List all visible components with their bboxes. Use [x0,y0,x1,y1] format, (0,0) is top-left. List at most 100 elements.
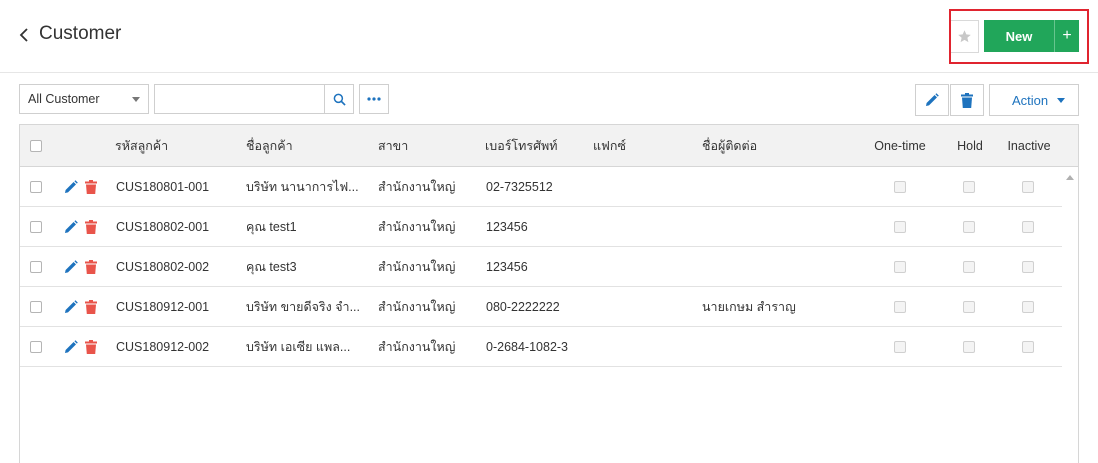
onetime-checkbox[interactable] [894,221,906,233]
row-checkbox[interactable] [30,301,42,313]
column-header-phone[interactable]: เบอร์โทรศัพท์ [485,125,558,167]
action-dropdown-button[interactable]: Action [989,84,1079,116]
customer-table: รหัสลูกค้า ชื่อลูกค้า สาขา เบอร์โทรศัพท์… [19,124,1079,463]
trash-icon[interactable] [85,260,97,274]
customer-filter-select[interactable]: All Customer [19,84,149,114]
column-header-onetime[interactable]: One-time [860,125,940,167]
cell-code: CUS180801-001 [116,180,210,194]
cell-fax [593,207,693,247]
table-scrollbar[interactable] [1062,167,1078,463]
hold-checkbox[interactable] [963,221,975,233]
cell-fax [593,247,693,287]
cell-code: CUS180912-002 [116,340,210,354]
cell-name: คุณ test1 [246,220,297,234]
cell-contact [702,247,852,287]
cell-name: คุณ test3 [246,260,297,274]
trash-icon[interactable] [85,180,97,194]
cell-phone: 080-2222222 [486,300,560,314]
trash-icon[interactable] [85,340,97,354]
cell-code: CUS180912-001 [116,300,210,314]
inactive-checkbox[interactable] [1022,301,1034,313]
inactive-checkbox[interactable] [1022,181,1034,193]
hold-checkbox[interactable] [963,261,975,273]
pencil-icon[interactable] [64,340,78,354]
column-header-code[interactable]: รหัสลูกค้า [115,125,168,167]
page-header: Customer New + [0,0,1098,73]
trash-icon [961,92,973,108]
cell-name: บริษัท นานาการไฟ... [246,180,359,194]
table-row[interactable]: CUS180801-001 บริษัท นานาการไฟ... สำนักง… [20,167,1078,207]
select-all-checkbox[interactable] [30,140,42,152]
search-input[interactable] [154,84,325,114]
chevron-left-icon [19,28,28,42]
page-title: Customer [39,23,122,44]
inactive-checkbox[interactable] [1022,221,1034,233]
column-header-name[interactable]: ชื่อลูกค้า [246,125,293,167]
column-header-inactive[interactable]: Inactive [1002,125,1056,167]
column-header-branch[interactable]: สาขา [378,125,408,167]
cell-phone: 123456 [486,260,528,274]
cell-branch: สำนักงานใหญ่ [378,220,456,234]
cell-phone: 123456 [486,220,528,234]
hold-checkbox[interactable] [963,181,975,193]
inactive-checkbox[interactable] [1022,341,1034,353]
cell-contact: นายเกษม สำราญ [702,300,796,314]
pencil-icon[interactable] [64,260,78,274]
column-header-hold[interactable]: Hold [945,125,995,167]
cell-contact [702,327,852,367]
pencil-icon[interactable] [64,180,78,194]
cell-name: บริษัท เอเซีย แพล... [246,340,351,354]
search-button[interactable] [324,84,354,114]
cell-branch: สำนักงานใหญ่ [378,300,456,314]
row-checkbox[interactable] [30,341,42,353]
search-icon [333,93,346,106]
cell-phone: 0-2684-1082-3 [486,340,569,354]
chevron-down-icon [132,97,140,102]
cell-branch: สำนักงานใหญ่ [378,340,456,354]
pencil-icon[interactable] [64,300,78,314]
onetime-checkbox[interactable] [894,261,906,273]
toolbar: All Customer Action [0,84,1098,116]
trash-icon[interactable] [85,220,97,234]
scroll-up-arrow-icon[interactable] [1066,175,1074,180]
row-checkbox[interactable] [30,221,42,233]
table-row[interactable]: CUS180802-001 คุณ test1 สำนักงานใหญ่ 123… [20,207,1078,247]
cell-name: บริษัท ขายดีจริง จำ... [246,300,360,314]
action-label: Action [1012,92,1049,108]
hold-checkbox[interactable] [963,301,975,313]
cell-branch: สำนักงานใหญ่ [378,260,456,274]
trash-icon[interactable] [85,300,97,314]
table-row[interactable]: CUS180912-001 บริษัท ขายดีจริง จำ... สำน… [20,287,1078,327]
cell-code: CUS180802-002 [116,260,210,274]
customer-filter-value: All Customer [28,92,100,106]
onetime-checkbox[interactable] [894,341,906,353]
row-checkbox[interactable] [30,181,42,193]
pencil-icon [926,93,939,106]
bulk-edit-button[interactable] [915,84,949,116]
column-header-fax[interactable]: แฟกซ์ [593,125,626,167]
table-header: รหัสลูกค้า ชื่อลูกค้า สาขา เบอร์โทรศัพท์… [20,125,1078,167]
pencil-icon[interactable] [64,220,78,234]
cell-phone: 02-7325512 [486,180,553,194]
cell-code: CUS180802-001 [116,220,210,234]
cell-fax [593,167,693,207]
column-header-contact[interactable]: ชื่อผู้ติดต่อ [702,125,757,167]
back-button[interactable] [16,24,32,46]
cell-contact [702,207,852,247]
row-checkbox[interactable] [30,261,42,273]
onetime-checkbox[interactable] [894,181,906,193]
table-row[interactable]: CUS180912-002 บริษัท เอเซีย แพล... สำนัก… [20,327,1078,367]
chevron-down-icon [1057,98,1065,103]
more-options-button[interactable] [359,84,389,114]
cell-fax [593,327,693,367]
bulk-delete-button[interactable] [950,84,984,116]
more-horizontal-icon [367,97,381,101]
cell-contact [702,167,852,207]
hold-checkbox[interactable] [963,341,975,353]
cell-fax [593,287,693,327]
inactive-checkbox[interactable] [1022,261,1034,273]
highlight-annotation [949,9,1089,64]
table-row[interactable]: CUS180802-002 คุณ test3 สำนักงานใหญ่ 123… [20,247,1078,287]
onetime-checkbox[interactable] [894,301,906,313]
cell-branch: สำนักงานใหญ่ [378,180,456,194]
